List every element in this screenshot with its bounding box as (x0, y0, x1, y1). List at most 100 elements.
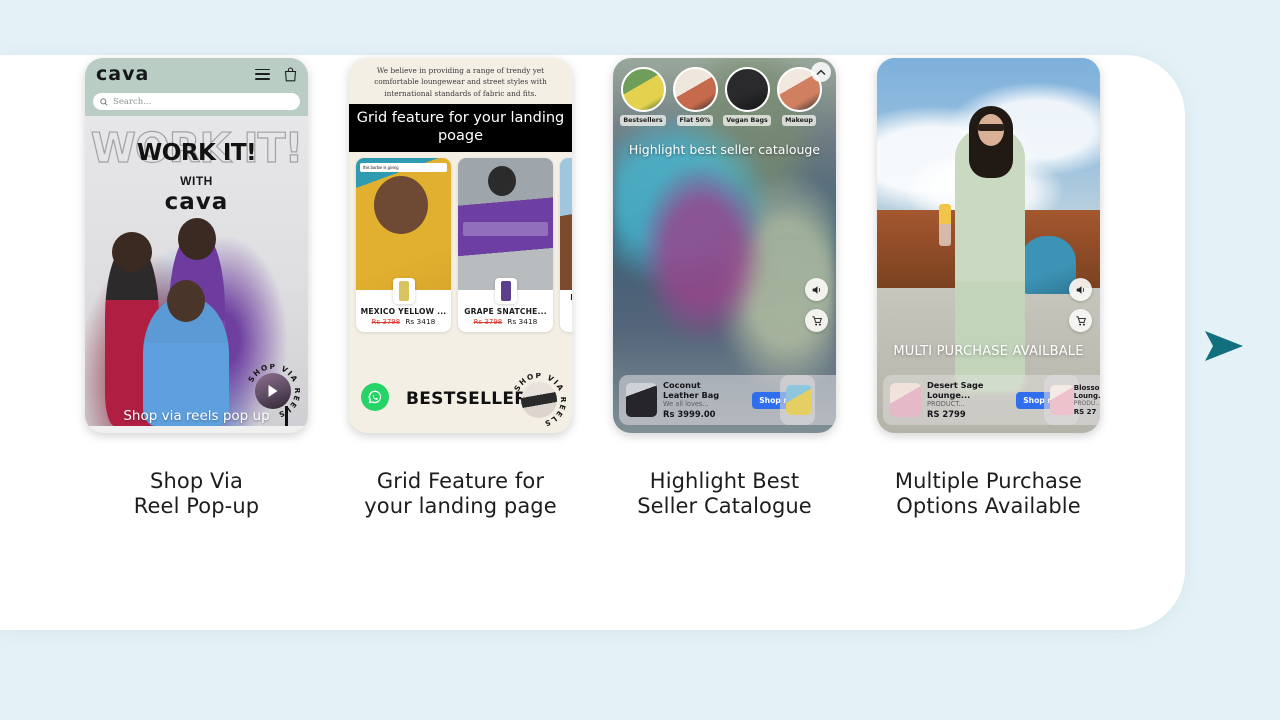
story-highlight-item[interactable]: Flat 50% (672, 67, 718, 126)
annotation-banner: MULTI PURCHASE AVAILBALE (893, 344, 1084, 359)
store-logo: cava (96, 63, 150, 85)
phone-mockup-4: MULTI PURCHASE AVAILBALE Desert Sage Lou… (877, 58, 1100, 433)
price-row: Rs 3798 Rs 3418 (356, 317, 451, 332)
product-price: RS 27 (1073, 408, 1097, 417)
product-cta-bar-next[interactable]: Blosso Loung... PRODU... RS 27 (1044, 375, 1100, 425)
feature-card-highlight-catalogue[interactable]: Bestsellers Flat 50% Vegan Bags Makeup H… (613, 58, 836, 518)
product-image (458, 158, 553, 291)
highlight-label: Flat 50% (676, 115, 714, 126)
card-caption: Grid Feature for your landing page (364, 469, 557, 518)
reel-action-buttons (1069, 278, 1092, 332)
topbar-icons (255, 66, 297, 82)
product-price: Rs 3999.00 (663, 408, 716, 419)
speaker-icon[interactable] (805, 278, 828, 301)
search-placeholder: Search... (113, 96, 152, 107)
shop-via-reels-badge[interactable]: SHOP VIA REELS (246, 364, 300, 418)
chair (1020, 236, 1076, 294)
card-footer: BESTSELLERS SHOP VIA REELS (349, 371, 572, 433)
phone-mockup-3: Bestsellers Flat 50% Vegan Bags Makeup H… (613, 58, 836, 433)
product-image: this barbie is giving (356, 158, 451, 291)
feature-card-grid-landing[interactable]: We believe in providing a range of trend… (349, 58, 572, 518)
product-image (560, 158, 572, 291)
product-grid: this barbie is giving MEXICO YELLOW ... … (349, 152, 572, 333)
hero-brand: cava (164, 189, 229, 215)
card-caption: Multiple Purchase Options Available (894, 469, 1083, 518)
story-highlight-item[interactable]: Bestsellers (620, 67, 666, 126)
highlight-label: Bestsellers (620, 115, 666, 126)
product-card-partial[interactable]: DES R (560, 158, 572, 333)
variant-thumb[interactable] (494, 278, 517, 305)
feature-card-shop-via-reel[interactable]: cava Search... WORK IT! WORK IT! WITH ca… (85, 58, 308, 518)
drink-glass (939, 204, 951, 246)
highlight-avatar (672, 67, 718, 112)
reel-action-buttons (805, 278, 828, 332)
feature-card-row: cava Search... WORK IT! WORK IT! WITH ca… (0, 58, 1185, 518)
model-cap (488, 166, 516, 197)
search-area: Search... (85, 90, 308, 116)
variant-thumb[interactable] (392, 278, 415, 305)
card-caption: Shop Via Reel Pop-up (133, 469, 260, 518)
price-row: R (560, 303, 572, 317)
search-input[interactable]: Search... (93, 93, 300, 110)
price-row: Rs 3798 Rs 3418 (458, 317, 553, 332)
product-cta-bar-next[interactable] (780, 375, 836, 425)
svg-text:SHOP VIA REELS: SHOP VIA REELS (246, 364, 300, 418)
story-highlights: Bestsellers Flat 50% Vegan Bags Makeup (613, 67, 836, 126)
product-card[interactable]: GRAPE SNATCHE... Rs 3798 Rs 3418 (458, 158, 553, 333)
highlight-label: Makeup (782, 115, 816, 126)
badge-ring-text: SHOP VIA REELS (246, 364, 300, 418)
annotation-band: Grid feature for your landing poage (349, 103, 572, 153)
speaker-icon[interactable] (1069, 278, 1092, 301)
cart-icon[interactable] (1069, 309, 1092, 332)
product-price: Rs 3418 (507, 317, 538, 327)
product-name: Desert Sage Lounge... (927, 380, 984, 400)
hero-headline: WORK IT! (136, 140, 257, 166)
product-name: Coconut Leather Bag (663, 380, 720, 400)
product-thumbnail (786, 385, 812, 415)
search-icon (100, 97, 108, 106)
card-caption: Highlight Best Seller Catalogue (637, 469, 812, 518)
cart-icon[interactable] (805, 309, 828, 332)
product-price: RS 2799 (927, 408, 966, 419)
play-arrow-icon (1205, 331, 1243, 361)
highlight-label: Vegan Bags (723, 115, 771, 126)
shop-via-reels-badge[interactable]: SHOP VIA REELS (512, 373, 566, 427)
feature-card-multi-purchase[interactable]: MULTI PURCHASE AVAILBALE Desert Sage Lou… (877, 58, 1100, 518)
product-old-price: Rs 3798 (473, 317, 503, 326)
product-subtitle: PRODU... (1073, 400, 1100, 408)
product-meta: Coconut Leather Bag We all loves... Rs 3… (663, 380, 746, 419)
product-thumbnail (626, 383, 657, 417)
story-highlight-item[interactable]: Vegan Bags (723, 67, 771, 126)
product-subtitle: PRODUCT... (927, 400, 965, 409)
product-price: Rs 3418 (405, 317, 436, 327)
product-card[interactable]: this barbie is giving MEXICO YELLOW ... … (356, 158, 451, 333)
badge-ring-text: SHOP VIA REELS (512, 373, 566, 427)
carousel-next-button[interactable] (1198, 322, 1250, 370)
product-meta: Blosso Loung... PRODU... RS 27 (1074, 384, 1100, 416)
product-thumbnail (1050, 385, 1074, 415)
product-name: MEXICO YELLOW ... (360, 307, 447, 317)
product-name: GRAPE SNATCHE... (464, 307, 547, 317)
model-face (374, 176, 428, 235)
whatsapp-icon[interactable] (361, 383, 389, 411)
product-subtitle: We all loves... (663, 400, 709, 409)
svg-text:SHOP VIA REELS: SHOP VIA REELS (512, 373, 566, 427)
product-old-price: Rs 3798 (371, 317, 401, 326)
product-thumbnail (890, 383, 921, 417)
highlight-avatar (724, 67, 770, 112)
hero-with-text: WITH (180, 174, 213, 188)
product-name: Blosso Loung... (1073, 383, 1100, 401)
product-name: DES (560, 290, 572, 303)
image-overlay-text (463, 222, 548, 237)
phone-mockup-2: We believe in providing a range of trend… (349, 58, 572, 433)
hero-image: WORK IT! WORK IT! WITH cava Shop via ree… (85, 116, 308, 426)
hamburger-icon[interactable] (255, 68, 270, 80)
annotation-title: Highlight best seller catalouge (628, 142, 821, 157)
store-blurb: We believe in providing a range of trend… (374, 66, 547, 98)
product-tag: this barbie is giving (360, 163, 447, 173)
sunglasses-icon (977, 124, 1005, 131)
slide-canvas: cava Search... WORK IT! WORK IT! WITH ca… (0, 0, 1280, 720)
shopping-bag-icon[interactable] (284, 66, 297, 82)
chevron-up-icon[interactable] (811, 62, 831, 82)
highlight-avatar (620, 67, 666, 112)
